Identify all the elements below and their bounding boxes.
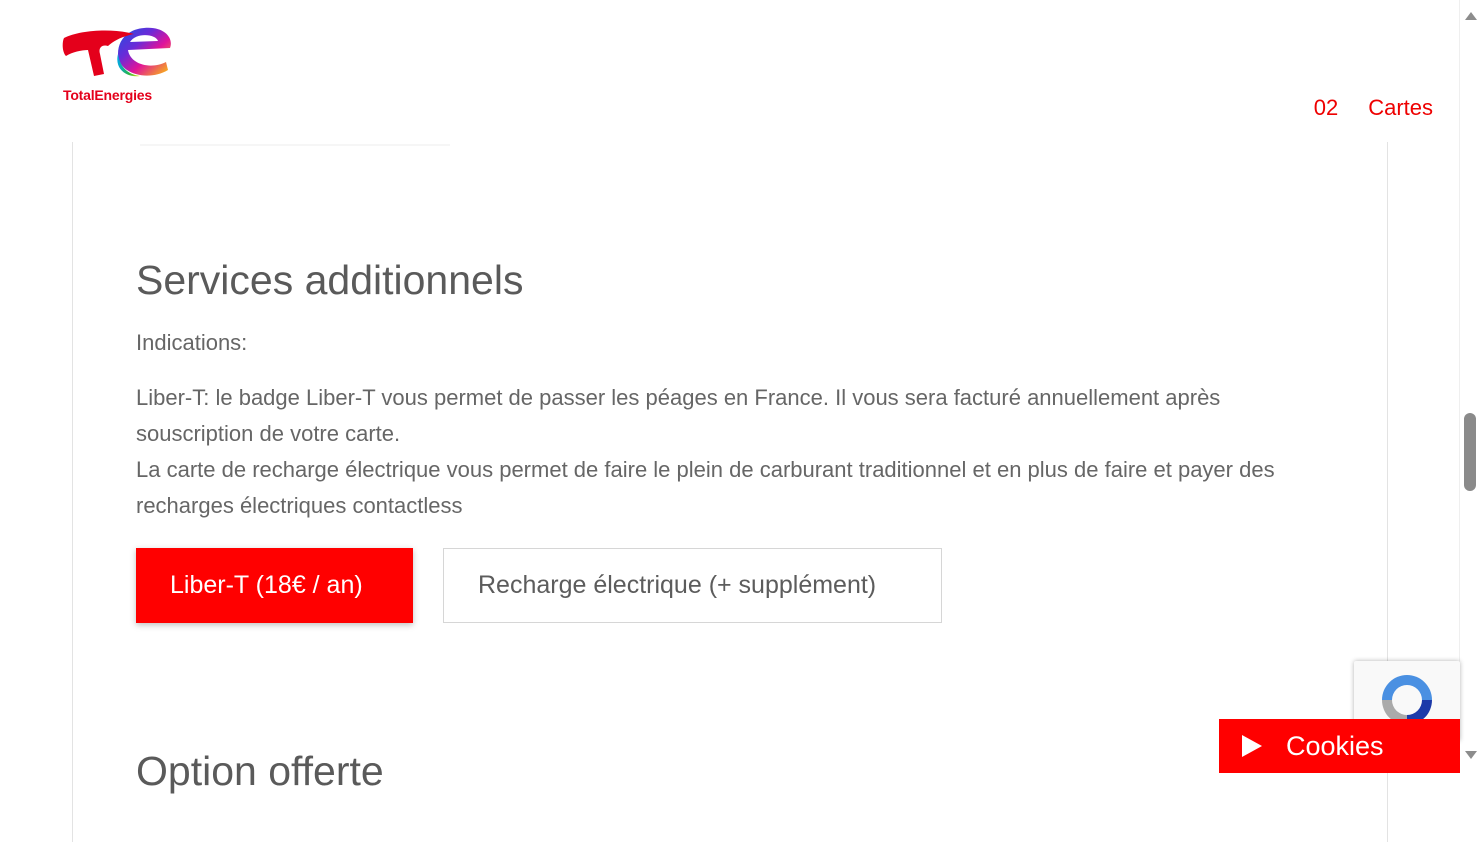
header-nav: 02 Cartes [1314,95,1433,121]
scroll-up-arrow-icon[interactable] [1465,12,1477,20]
next-section-title: Option offerte [136,748,384,794]
recharge-electrique-option-button[interactable]: Recharge électrique (+ supplément) [443,548,942,623]
scroll-down-arrow-icon[interactable] [1465,751,1477,759]
section-description: Liber-T: le badge Liber-T vous permet de… [136,380,1316,524]
liber-t-option-button[interactable]: Liber-T (18€ / an) [136,548,413,623]
cookies-label: Cookies [1286,730,1384,761]
site-header: TotalEnergies 02 Cartes [0,0,1460,142]
totalenergies-logo-mark-icon [62,27,171,77]
page-scrollbar[interactable] [1459,0,1482,773]
section-title: Services additionnels [136,257,524,303]
brand-name: TotalEnergies [63,87,152,103]
nav-item-02[interactable]: 02 [1314,95,1338,121]
scrollbar-thumb[interactable] [1464,413,1476,491]
nav-item-cartes[interactable]: Cartes [1368,95,1433,121]
cookies-button[interactable]: Cookies [1219,719,1460,773]
indications-label: Indications: [136,330,248,355]
options-group: Liber-T (18€ / an) Recharge électrique (… [136,548,942,623]
totalenergies-logo[interactable]: TotalEnergies [62,24,174,108]
recharge-description: La carte de recharge électrique vous per… [136,457,1275,518]
liber-t-description: Liber-T: le badge Liber-T vous permet de… [136,385,1221,446]
play-icon [1242,735,1262,757]
divider [140,144,450,146]
